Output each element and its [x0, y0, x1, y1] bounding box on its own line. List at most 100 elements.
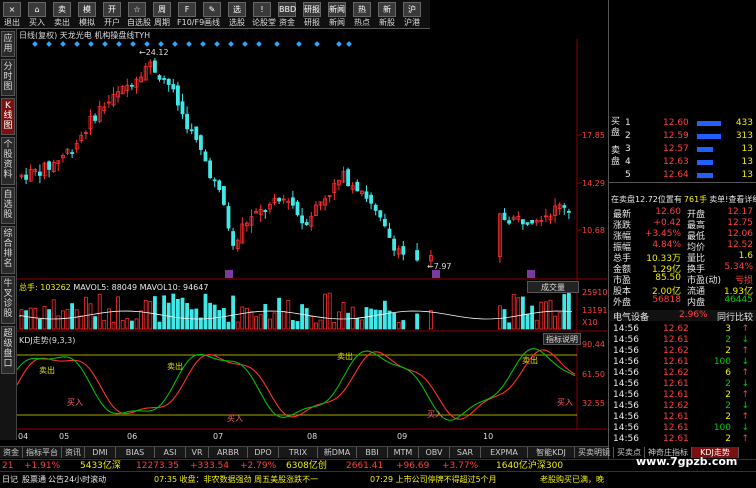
toolbar-button-6[interactable]: 周周期: [152, 1, 172, 27]
left-nav-item-2[interactable]: K线图: [1, 98, 15, 135]
rolling-news-link[interactable]: 24小时滚动: [64, 472, 106, 488]
buy-row-3[interactable]: 4 12.63 13: [609, 157, 756, 168]
volume-bar: [198, 317, 203, 330]
candle-body: [382, 218, 387, 227]
indicator-tab-12[interactable]: MTM: [388, 447, 419, 458]
stat-row-7: 股本 2.00亿 流通 1.93亿: [609, 284, 756, 297]
toolbar-button-5[interactable]: ☆ 自选股: [127, 1, 151, 27]
toolbar-icon-5: ☆: [128, 2, 146, 17]
buy-row-2[interactable]: 3 12.57 13: [609, 144, 756, 155]
indicator-tab-17[interactable]: 买卖明镜: [575, 447, 614, 458]
toolbar-button-0[interactable]: × 退出: [2, 1, 22, 27]
news-item-1[interactable]: 07:35 收盘：非农数据强劲 周五美股涨跌不一: [154, 472, 318, 488]
candle-body: [152, 60, 157, 73]
volume-bar: [70, 303, 74, 330]
stock-pass-link[interactable]: 股票通: [22, 472, 46, 488]
indicator-tab-13[interactable]: OBV: [419, 447, 450, 458]
toolbar-icon-8: ✎: [203, 2, 221, 17]
indicator-tab-8[interactable]: DPO: [248, 447, 279, 458]
news-item-3[interactable]: 老股购买已满，晚: [540, 472, 604, 488]
toolbar-button-2[interactable]: 卖卖出: [52, 1, 72, 27]
buy-row-0[interactable]: 1 12.60 433: [609, 118, 756, 129]
volume-indicator-button[interactable]: 成交量: [527, 281, 579, 293]
indicator-tab-3[interactable]: DMI: [85, 447, 116, 458]
left-nav-item-4[interactable]: 自选股: [1, 187, 15, 224]
toolbar-button-12[interactable]: 研报 研报: [302, 1, 322, 27]
indicator-tab-7[interactable]: ARBR: [209, 447, 248, 458]
tick-time: 14:56: [613, 324, 639, 334]
volume-bar: [235, 321, 240, 330]
kdj-k-line: [17, 349, 576, 420]
toolbar-button-13[interactable]: 新闻 新闻: [327, 1, 347, 27]
indicator-tab-10[interactable]: 新DMA: [318, 447, 357, 458]
buy-depth-bar: [697, 173, 713, 178]
x-axis-label-6: 10: [483, 432, 493, 440]
tick-volume: 3: [725, 324, 731, 334]
indicator-tab-5[interactable]: ASI: [155, 447, 186, 458]
indicator-tab-9[interactable]: TRIX: [279, 447, 318, 458]
indicator-tab-6[interactable]: VR: [186, 447, 209, 458]
diary-link[interactable]: 日记: [2, 472, 18, 488]
candle-body: [304, 222, 309, 226]
industry-compare-link[interactable]: 同行比较: [717, 310, 753, 323]
volume-bar: [61, 310, 65, 330]
signal-diamond: [144, 41, 150, 47]
toolbar-label-0: 退出: [4, 18, 20, 27]
toolbar-label-16: 沪港: [404, 18, 420, 27]
notice-left: 在卖盘12.72位置有: [611, 195, 682, 204]
toolbar-button-9[interactable]: 选选股: [227, 1, 247, 27]
left-nav-item-1[interactable]: 分时图: [1, 59, 15, 96]
left-nav-item-0[interactable]: 应用: [1, 31, 15, 57]
event-marker-2: [527, 270, 535, 278]
left-nav-item-6[interactable]: 牛叉诊股: [1, 276, 15, 324]
toolbar-button-7[interactable]: F F10/F9: [177, 1, 204, 27]
left-nav-item-7[interactable]: 超级盘口: [1, 326, 15, 374]
tick-time: 14:56: [613, 357, 639, 367]
indicator-tab-2[interactable]: 资讯: [62, 447, 85, 458]
toolbar-label-8: 画线: [204, 18, 220, 27]
toolbar-button-14[interactable]: 热热点: [352, 1, 372, 27]
candle-body: [415, 250, 420, 261]
volume-bar: [516, 297, 521, 330]
candle-body: [185, 113, 190, 130]
announce-link[interactable]: 公告: [48, 472, 64, 488]
toolbar-button-4[interactable]: 开开户: [102, 1, 122, 27]
left-nav-item-5[interactable]: 综合排名: [1, 226, 15, 274]
news-item-2[interactable]: 07:29 上市公司停牌不得超过5个月: [370, 472, 497, 488]
toolbar-button-3[interactable]: 模模拟: [77, 1, 97, 27]
candle-body: [212, 179, 217, 182]
buy-volume: 13: [741, 157, 753, 167]
indicator-tab-16[interactable]: 智能KDJ: [528, 447, 575, 458]
volume-bar: [139, 310, 143, 330]
indicator-tab-1[interactable]: 指标平台: [23, 447, 62, 458]
toolbar-button-11[interactable]: BBD 资金: [277, 1, 297, 27]
tick-price: 12.61: [663, 434, 689, 444]
volume-bar: [180, 297, 185, 330]
volume-axis-label-1: 13191: [582, 306, 607, 315]
candle-body: [166, 78, 171, 85]
volume-bar: [373, 309, 378, 330]
buy-row-1[interactable]: 2 12.59 313: [609, 131, 756, 142]
buy-row-4[interactable]: 5 12.64 13: [609, 170, 756, 181]
toolbar-button-8[interactable]: ✎ 画线: [202, 1, 222, 27]
volume-bar: [134, 318, 139, 330]
big-order-notice[interactable]: 在卖盘12.72位置有 761手 卖单!查看详细: [611, 194, 756, 205]
indicator-tab-15[interactable]: EXPMA: [481, 447, 528, 458]
kdj-explain-button[interactable]: 指标说明: [543, 333, 581, 345]
kline-chart[interactable]: 17.85 14.29 10.68 25910 13191 X10 90.44 61.50 32…: [17, 29, 607, 440]
indicator-tab-0[interactable]: 资金: [0, 447, 23, 458]
industry-row[interactable]: 电气设备 2.96% 同行比较: [609, 310, 756, 323]
volume-bar: [336, 311, 341, 330]
toolbar-button-10[interactable]: ! 论股堂: [252, 1, 276, 27]
left-nav-item-3[interactable]: 个股资料: [1, 137, 15, 185]
toolbar-button-16[interactable]: 沪沪港: [402, 1, 422, 27]
signal-diamond: [74, 41, 80, 47]
indicator-tab-4[interactable]: BIAS: [116, 447, 155, 458]
buy-price: 12.59: [663, 131, 689, 141]
price-label-0: 17.85: [582, 131, 605, 140]
toolbar-button-15[interactable]: 新新股: [377, 1, 397, 27]
tick-price: 12.62: [663, 368, 689, 378]
toolbar-button-1[interactable]: ⌂ 买入: [27, 1, 47, 27]
indicator-tab-11[interactable]: BBI: [357, 447, 388, 458]
indicator-tab-14[interactable]: SAR: [450, 447, 481, 458]
